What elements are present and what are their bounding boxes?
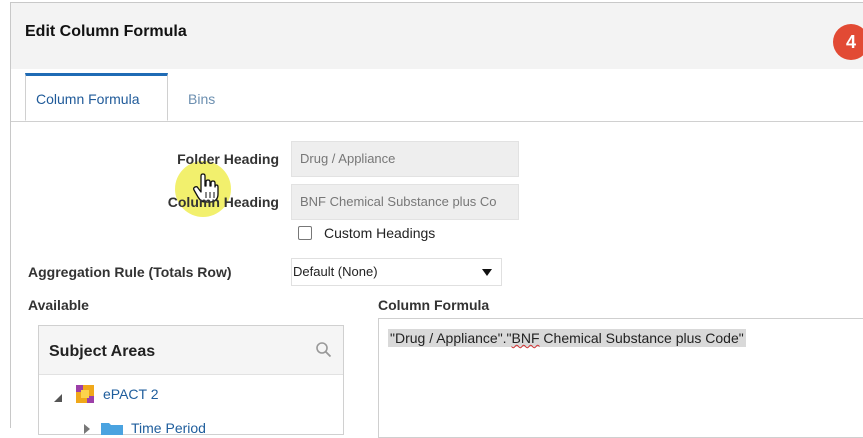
- tree-item-time-period[interactable]: Time Period: [131, 420, 206, 436]
- folder-heading-label: Folder Heading: [177, 151, 279, 167]
- custom-headings-option[interactable]: Custom Headings: [298, 225, 435, 241]
- expand-triangle-icon[interactable]: [83, 424, 91, 434]
- column-heading-label: Column Heading: [167, 194, 279, 210]
- search-icon[interactable]: [315, 341, 333, 359]
- folder-icon: [101, 423, 123, 435]
- subject-areas-header: Subject Areas: [39, 326, 343, 375]
- tab-bar: Column Formula Bins: [11, 69, 863, 217]
- available-label: Available: [28, 297, 89, 313]
- subject-areas-panel: Subject Areas ePACT 2 Time Period: [38, 325, 344, 436]
- step-badge: 4: [833, 24, 863, 60]
- column-heading-field: BNF Chemical Substance plus Co: [291, 184, 519, 220]
- aggregation-rule-value: Default (None): [293, 264, 378, 279]
- subject-area-icon: [76, 385, 94, 403]
- custom-headings-checkbox[interactable]: [298, 226, 312, 240]
- formula-expression: "Drug / Appliance"."BNF Chemical Substan…: [388, 329, 746, 347]
- aggregation-rule-select[interactable]: Default (None): [291, 258, 502, 286]
- tab-bins[interactable]: Bins: [178, 73, 225, 120]
- dialog-titlebar: Edit Column Formula 4: [11, 3, 863, 70]
- dropdown-arrow-icon: [482, 269, 492, 276]
- edit-column-formula-dialog: Edit Column Formula 4 Column Formula Bin…: [10, 2, 863, 438]
- folder-heading-field: Drug / Appliance: [291, 141, 519, 177]
- dialog-title: Edit Column Formula: [25, 23, 187, 40]
- column-formula-label: Column Formula: [378, 297, 490, 313]
- collapse-triangle-icon[interactable]: [53, 393, 63, 403]
- custom-headings-label: Custom Headings: [324, 225, 436, 241]
- tree-item-epact-2[interactable]: ePACT 2: [103, 386, 159, 402]
- aggregation-rule-label: Aggregation Rule (Totals Row): [28, 264, 232, 280]
- column-formula-editor[interactable]: "Drug / Appliance"."BNF Chemical Substan…: [378, 318, 863, 438]
- subject-areas-title: Subject Areas: [49, 343, 156, 360]
- tab-column-formula[interactable]: Column Formula: [25, 73, 168, 121]
